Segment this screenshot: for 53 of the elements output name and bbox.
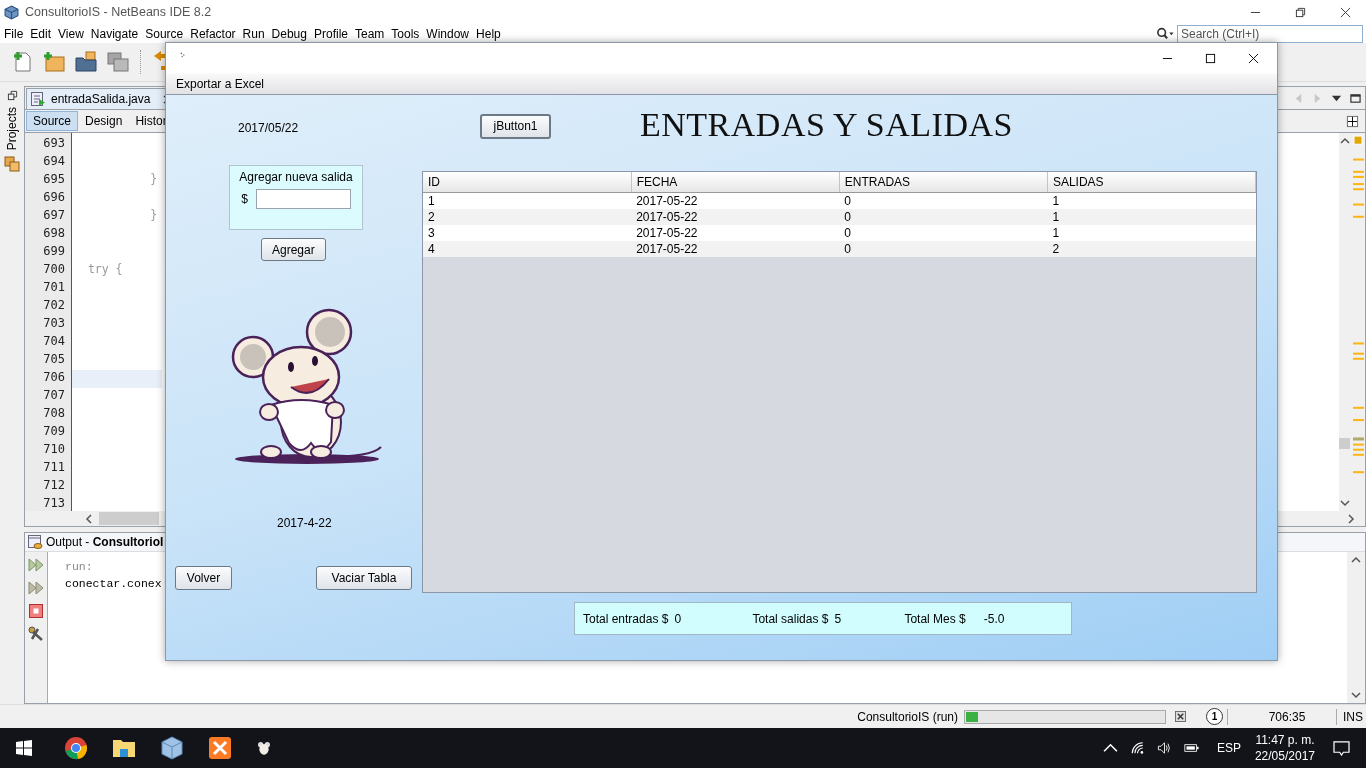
table-cell: 3 xyxy=(423,225,632,241)
line-number: 697 xyxy=(25,208,72,226)
line-number: 698 xyxy=(25,226,72,244)
line-number: 702 xyxy=(25,298,72,316)
line-number: 699 xyxy=(25,244,72,262)
date-label: 2017-4-22 xyxy=(277,516,332,530)
table-cell: 1 xyxy=(1047,209,1256,225)
table-cell: 2 xyxy=(423,209,632,225)
line-number: 706 xyxy=(25,370,72,388)
window-title: ConsultorioIS - NetBeans IDE 8.2 xyxy=(25,5,212,19)
code-text: } xyxy=(149,172,158,188)
total-label: Total salidas $ xyxy=(752,611,829,626)
total-value: -5.0 xyxy=(983,611,1006,626)
caret-position: 706:35 xyxy=(1267,709,1307,724)
table-cell: 2017-05-22 xyxy=(631,225,840,241)
running-task-label: ConsultorioIS (run) xyxy=(857,709,958,724)
table-cell: 0 xyxy=(839,241,1048,257)
code-text: try { xyxy=(86,262,123,278)
table-cell: 0 xyxy=(839,209,1048,225)
table-cell: 2 xyxy=(1047,241,1256,257)
line-number: 701 xyxy=(25,280,72,298)
line-number: 696 xyxy=(25,190,72,208)
code-text: } xyxy=(149,208,158,224)
line-number: 711 xyxy=(25,460,72,478)
panel-title: Agregar nueva salida xyxy=(239,170,353,184)
total-label: Total Mes $ xyxy=(904,611,966,626)
line-number: 694 xyxy=(25,154,72,172)
table-cell: 1 xyxy=(1047,225,1256,241)
line-number: 700 xyxy=(25,262,72,280)
total-label: Total entradas $ xyxy=(583,611,669,626)
table-cell: 2017-05-22 xyxy=(631,209,840,225)
total-value: 0 xyxy=(674,611,683,626)
page-heading: ENTRADAS Y SALIDAS xyxy=(640,106,1013,144)
line-number: 705 xyxy=(25,352,72,370)
line-number: 707 xyxy=(25,388,72,406)
file-tab-label: entradaSalida.java xyxy=(51,92,151,106)
line-number: 703 xyxy=(25,316,72,334)
table-cell: 0 xyxy=(839,225,1048,241)
insert-mode: INS xyxy=(1343,709,1363,724)
line-number: 709 xyxy=(25,424,72,442)
currency-label: $ xyxy=(241,192,248,206)
total-value: 5 xyxy=(834,611,843,626)
line-number: 710 xyxy=(25,442,72,460)
output-line: run: xyxy=(65,559,93,575)
table-cell: 2017-05-22 xyxy=(631,241,840,257)
line-number: 695 xyxy=(25,172,72,190)
output-line: conectar.conex xyxy=(65,576,162,592)
line-number: 693 xyxy=(25,136,72,154)
table-cell: 4 xyxy=(423,241,632,257)
line-number: 708 xyxy=(25,406,72,424)
line-number: 712 xyxy=(25,478,72,496)
date-label: 2017/05/22 xyxy=(238,121,299,135)
line-number: 704 xyxy=(25,334,72,352)
